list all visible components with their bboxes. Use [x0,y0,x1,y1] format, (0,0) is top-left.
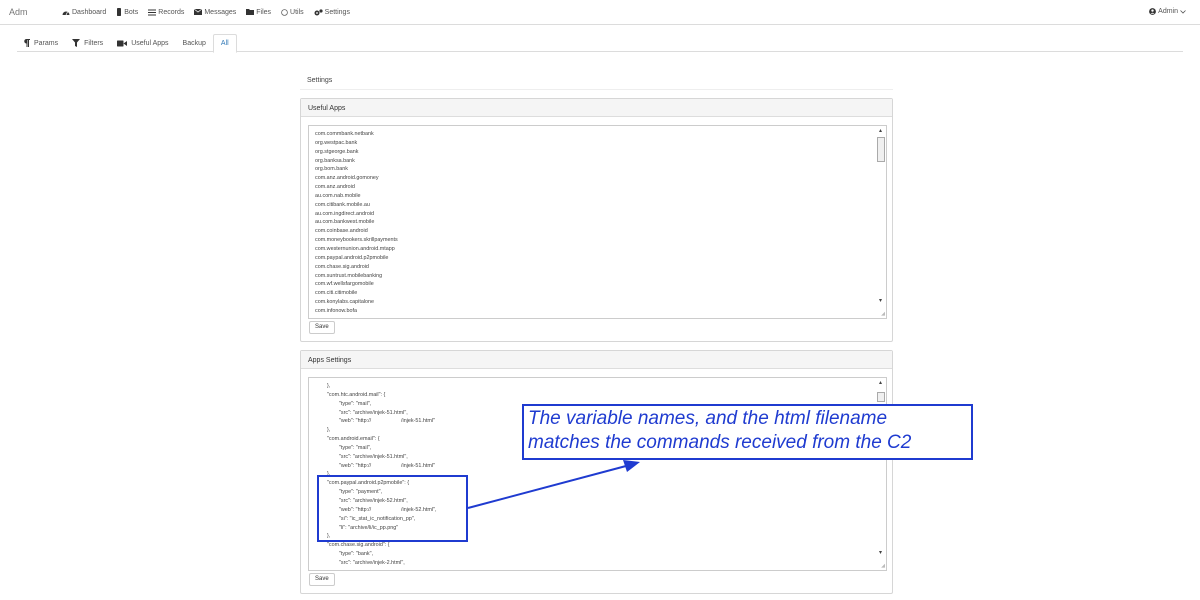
text-line: com.konylabs.capitalone [315,299,375,306]
user-menu[interactable]: Admin [1147,8,1188,15]
text-line: org.bom.bank [315,166,348,173]
nav-records[interactable]: Records [148,9,184,16]
text-line: "type": "mail", [315,444,372,451]
user-icon [1149,8,1157,15]
folder-icon [246,9,255,15]
video-icon [117,40,128,46]
nav-messages-label: Messages [204,8,237,16]
text-line: com.citibank.mobile.au [315,201,370,208]
text-line: "com.chase.sig.android": { [315,542,390,549]
scroll-up-arrow[interactable]: ▴ [877,380,884,387]
annotation-line-2: matches the commands received from the C… [528,432,912,453]
text-line: au.com.bankwest.mobile [315,219,375,226]
filter-icon [72,39,81,47]
annotation-highlight-box [317,475,468,542]
circle-icon [281,8,288,16]
nav-dashboard[interactable]: Dashboard [62,9,106,16]
nav-settings-label: Settings [324,8,350,16]
chevron-down-icon [1180,9,1186,14]
tab-useful-apps[interactable]: Useful Apps [110,34,175,52]
list-icon [148,9,157,15]
text-line: "com.htc.android.mail": { [315,391,386,398]
text-line: }, [315,427,331,434]
scroll-down-arrow[interactable]: ▾ [877,298,884,305]
tab-all[interactable]: All [212,34,237,53]
tab-params[interactable]: Params [17,34,65,52]
useful-apps-textarea[interactable]: com.commbank.netbank org.westpac.bank org.… [308,125,887,319]
text-line: com.citi.citimobile [315,290,358,297]
scroll-thumb[interactable] [877,137,885,162]
apps-settings-panel: Apps Settings }, "com.htc.android.mail":… [300,350,893,594]
scroll-thumb[interactable] [877,392,885,402]
tab-filters[interactable]: Filters [65,34,110,52]
text-line: com.infonow.bofa [315,307,357,314]
text-line: "web": "http:// /injek-51.html" [315,462,435,469]
apps-settings-heading: Apps Settings [301,351,892,369]
text-line: com.commbank.netbank [315,131,374,137]
text-line: "src": "archive/injek-51.html", [315,409,408,416]
divider [300,89,893,90]
text-line: "com.android.email": { [315,436,380,443]
text-line: com.chase.sig.android [315,263,369,270]
text-line: com.wf.wellsfargomobile [315,281,374,288]
tab-filters-label: Filters [84,39,104,47]
tab-all-label: All [220,40,229,47]
text-line: "src": "archive/injek-2.html", [315,559,405,566]
useful-apps-heading: Useful Apps [301,99,892,117]
text-line: "type": "mail", [315,400,372,407]
page-title: Settings [307,77,333,84]
main-nav: Dashboard Bots Records Messages Files Ut… [62,8,360,16]
useful-apps-panel: Useful Apps com.commbank.netbank org.west… [300,98,893,342]
nav-messages[interactable]: Messages [194,9,236,16]
text-line: com.moneybookers.skrillpayments [315,237,398,244]
nav-bots[interactable]: Bots [116,8,138,16]
nav-records-label: Records [158,8,185,16]
text-line: com.coinbase.android [315,228,368,235]
text-line: }, [315,383,331,389]
nav-settings[interactable]: Settings [314,9,350,16]
paragraph-icon [24,39,30,47]
text-line: com.westernunion.android.mtapp [315,245,395,252]
text-line: org.westpac.bank [315,139,358,146]
text-line: "type": "bank", [315,551,373,558]
user-menu-label: Admin [1158,8,1178,15]
tachometer-icon [62,11,70,15]
nav-utils[interactable]: Utils [281,9,304,16]
scroll-up-arrow[interactable]: ▴ [877,128,884,135]
useful-apps-text: com.commbank.netbank org.westpac.bank org.… [315,130,398,316]
apps-settings-save-button[interactable]: Save [309,573,335,586]
text-line: "src": "archive/injek-51.html", [315,453,408,460]
mobile-icon [117,8,122,16]
top-navbar: Adm Dashboard Bots Records Messages File… [0,0,1200,25]
useful-apps-save-button[interactable]: Save [309,321,335,334]
scroll-down-arrow[interactable]: ▾ [877,550,884,557]
settings-tabs: Params Filters Useful Apps Backup All [17,34,1183,53]
text-line: "web": "http:// /injek-51.html" [315,418,435,425]
scrollbar[interactable]: ▴ ▾ [875,126,886,318]
cogs-icon [314,8,323,15]
text-line: com.anz.android.gomoney [315,175,379,182]
resize-grip-icon[interactable]: ◢ [881,311,885,317]
nav-bots-label: Bots [124,8,139,16]
text-line: org.stgeorge.bank [315,148,359,155]
text-line: au.com.nab.mobile [315,192,361,199]
text-line: com.anz.android [315,184,355,191]
text-line: au.com.ingdirect.android [315,210,375,217]
text-line: com.suntrust.mobilebanking [315,272,383,279]
annotation-line-1: The variable names, and the html filenam… [528,408,888,429]
nav-files-label: Files [256,8,272,16]
tab-backup[interactable]: Backup [176,34,213,52]
text-line: org.banksa.bank [315,157,355,164]
nav-utils-label: Utils [290,8,304,16]
annotation-callout: The variable names, and the html filenam… [522,404,973,460]
text-line: com.paypal.android.p2pmobile [315,254,389,261]
tab-params-label: Params [34,39,59,47]
nav-files[interactable]: Files [246,9,271,16]
envelope-icon [194,9,203,15]
tab-useful-apps-label: Useful Apps [131,39,169,47]
tab-backup-label: Backup [182,39,206,47]
brand-logo[interactable]: Adm [9,7,28,17]
nav-dashboard-label: Dashboard [72,8,107,16]
resize-grip-icon[interactable]: ◢ [881,563,885,569]
